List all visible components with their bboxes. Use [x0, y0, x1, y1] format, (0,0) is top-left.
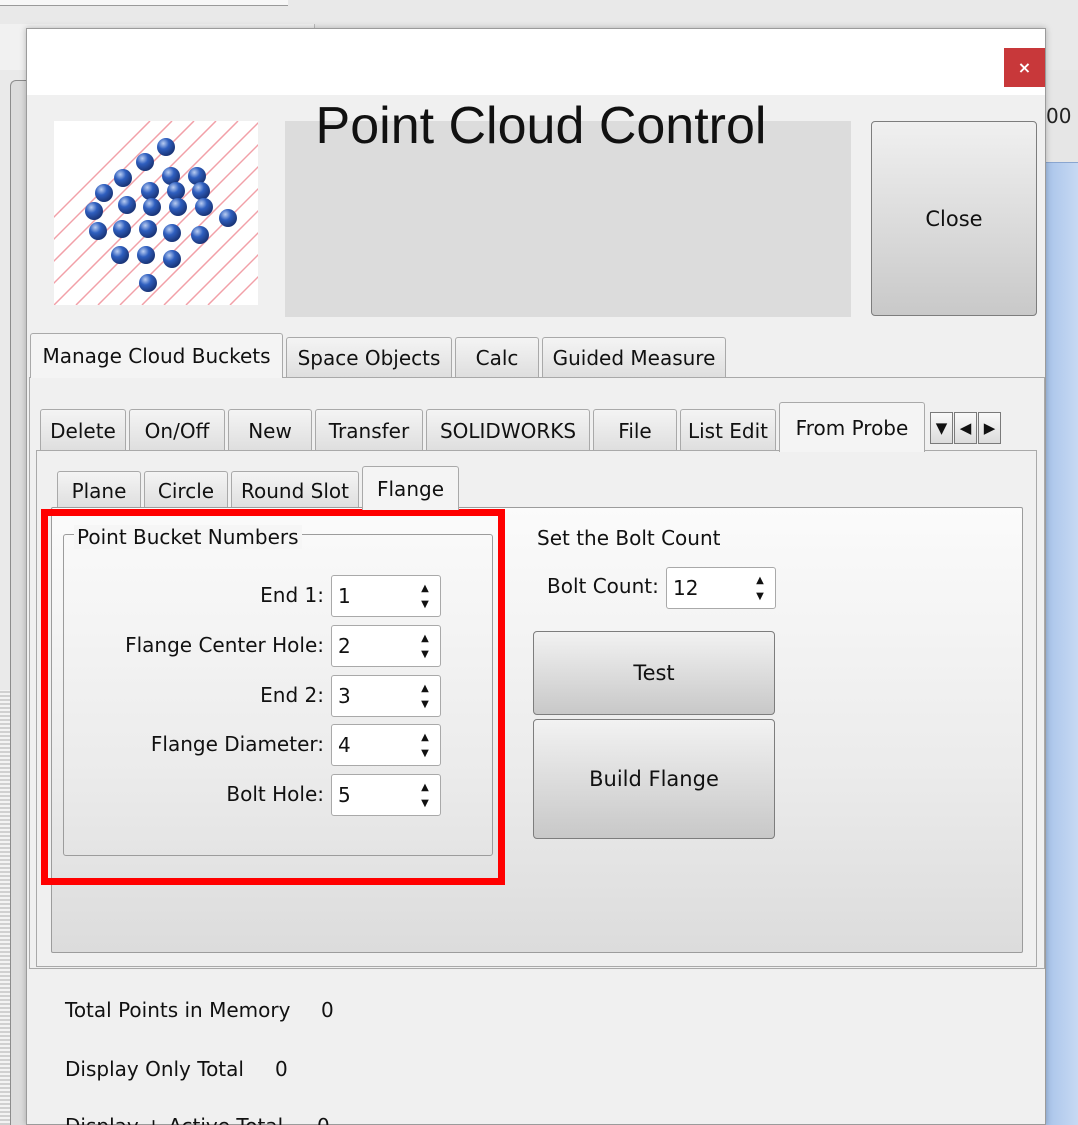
tab-list-down-button[interactable]: ▼ — [930, 412, 953, 444]
tab-manage-cloud-buckets[interactable]: Manage Cloud Buckets — [30, 333, 283, 378]
tab-flange[interactable]: Flange — [362, 466, 459, 510]
total-points-label: Total Points in Memory — [65, 998, 291, 1022]
logo-point — [219, 209, 237, 227]
logo-point — [163, 250, 181, 268]
logo-point — [169, 198, 187, 216]
background-left-panel — [10, 80, 26, 1125]
tab-new[interactable]: New — [228, 409, 312, 451]
tab-circle[interactable]: Circle — [144, 471, 228, 509]
tab-list-edit[interactable]: List Edit — [680, 409, 776, 451]
logo-point — [143, 198, 161, 216]
logo-point — [191, 226, 209, 244]
point-cloud-dialog: × Close Manage Cloud Buckets Space Objec… — [0, 28, 1046, 1125]
logo-point — [113, 220, 131, 238]
highlight-box — [41, 509, 505, 885]
chevron-down-icon: ▼ — [935, 419, 948, 437]
spinner-arrows-icon[interactable]: ▲ ▼ — [753, 576, 767, 602]
tab-scroll-left-button[interactable]: ◀ — [954, 412, 977, 444]
tab-space-objects[interactable]: Space Objects — [286, 337, 452, 378]
logo-point — [118, 196, 136, 214]
tab-round-slot[interactable]: Round Slot — [231, 471, 359, 509]
logo-point — [157, 138, 175, 156]
tab-guided-measure[interactable]: Guided Measure — [542, 337, 726, 378]
tab-scroll-controls: ▼ ◀ ▶ — [930, 412, 1002, 444]
test-button[interactable]: Test — [533, 631, 775, 715]
build-flange-button[interactable]: Build Flange — [533, 719, 775, 839]
background-field — [0, 0, 288, 6]
logo-point — [192, 182, 210, 200]
dialog-titlebar — [27, 29, 1045, 95]
display-only-label: Display Only Total — [65, 1057, 244, 1081]
point-cloud-logo — [0, 120, 415, 306]
logo-point — [167, 182, 185, 200]
bolt-count-heading: Set the Bolt Count — [537, 526, 721, 550]
tab-scroll-right-button[interactable]: ▶ — [978, 412, 1001, 444]
background-right-panel — [1046, 162, 1078, 1125]
background-scrollbar — [0, 690, 10, 1125]
tab-transfer[interactable]: Transfer — [315, 409, 423, 451]
chevron-left-icon: ◀ — [959, 419, 972, 437]
tab-file[interactable]: File — [593, 409, 677, 451]
bolt-count-label: Bolt Count: — [547, 574, 659, 598]
logo-point — [136, 153, 154, 171]
bolt-count-spinner[interactable]: 12 ▲ ▼ — [666, 567, 776, 609]
close-icon: × — [1017, 58, 1032, 77]
logo-point — [85, 202, 103, 220]
logo-point — [141, 182, 159, 200]
logo-point — [114, 169, 132, 187]
tab-on-off[interactable]: On/Off — [129, 409, 225, 451]
logo-point — [195, 198, 213, 216]
tab-delete[interactable]: Delete — [40, 409, 126, 451]
logo-point — [137, 246, 155, 264]
dialog-title: Point Cloud Control — [315, 97, 767, 155]
background-right-text: 00 — [1046, 104, 1072, 128]
bolt-count-value: 12 — [673, 576, 699, 600]
tab-calc[interactable]: Calc — [455, 337, 539, 378]
tab-from-probe[interactable]: From Probe — [779, 402, 925, 452]
display-active-label: Display + Active Total — [65, 1114, 283, 1125]
point-cloud-icon — [0, 120, 415, 306]
tab-solidworks[interactable]: SOLIDWORKS — [426, 409, 590, 451]
tab-plane[interactable]: Plane — [57, 471, 141, 509]
window-close-button[interactable]: × — [1004, 48, 1045, 87]
display-only-value: 0 — [275, 1057, 288, 1081]
logo-point — [163, 224, 181, 242]
logo-point — [139, 220, 157, 238]
logo-point — [139, 274, 157, 292]
display-active-value: 0 — [317, 1114, 330, 1125]
close-button[interactable]: Close — [871, 121, 1037, 316]
logo-point — [95, 184, 113, 202]
chevron-right-icon: ▶ — [983, 419, 996, 437]
logo-point — [89, 222, 107, 240]
logo-point — [111, 246, 129, 264]
total-points-value: 0 — [321, 998, 334, 1022]
